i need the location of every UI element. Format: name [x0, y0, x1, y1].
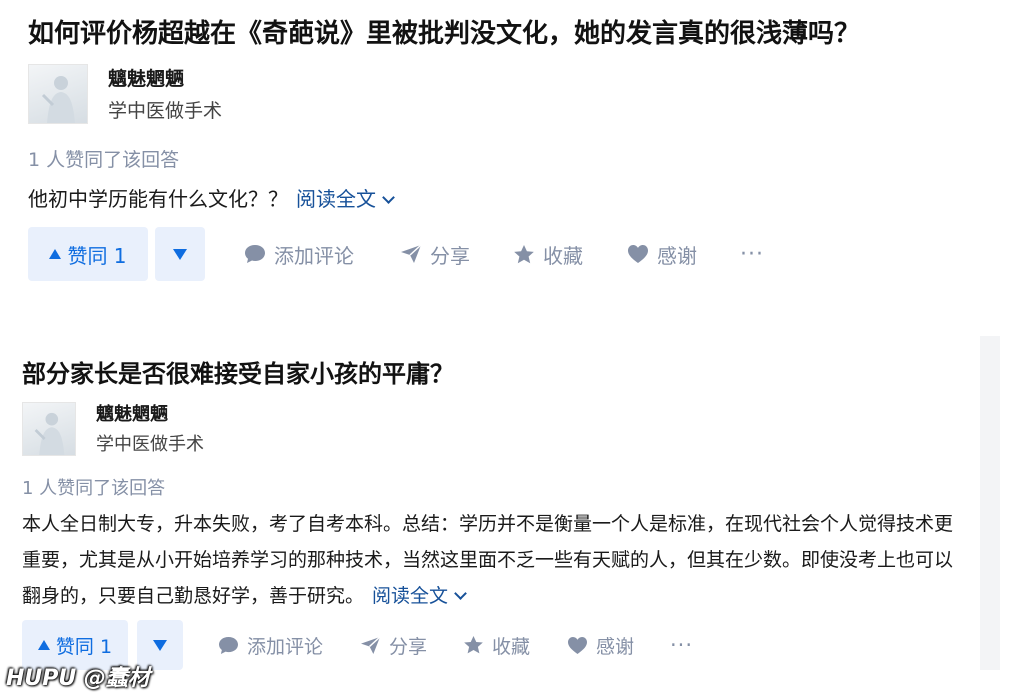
- heart-icon: [628, 245, 648, 263]
- comment-button[interactable]: 添加评论: [244, 227, 354, 281]
- answer-card-1: 如何评价杨超越在《奇葩说》里被批判没文化，她的发言真的很浅薄吗？ 魑魅魍魉 学中…: [0, 0, 1010, 300]
- chevron-down-icon: [382, 191, 395, 204]
- more-options-button[interactable]: ···: [740, 227, 764, 281]
- author-headline: 学中医做手术: [108, 100, 223, 122]
- more-options-button[interactable]: ···: [670, 620, 693, 670]
- question-title[interactable]: 部分家长是否很难接受自家小孩的平庸？: [22, 356, 454, 392]
- collect-button[interactable]: 收藏: [513, 227, 583, 281]
- read-more-label: 阅读全文: [296, 187, 376, 211]
- answer-excerpt: 他初中学历能有什么文化？？ 阅读全文: [28, 181, 395, 217]
- question-title[interactable]: 如何评价杨超越在《奇葩说》里被批判没文化，她的发言真的很浅薄吗？: [28, 14, 860, 54]
- answer-card-2: 部分家长是否很难接受自家小孩的平庸？ 魑魅魍魉 学中医做手术 1 人赞同了该回答…: [0, 340, 1010, 698]
- collect-button[interactable]: 收藏: [463, 620, 530, 670]
- vote-down-button[interactable]: [155, 227, 205, 281]
- share-icon: [401, 244, 422, 263]
- thanks-label: 感谢: [657, 243, 697, 268]
- heart-icon: [568, 636, 587, 654]
- collect-label: 收藏: [543, 243, 583, 268]
- comment-button[interactable]: 添加评论: [218, 620, 323, 670]
- star-icon: [514, 244, 534, 263]
- read-more-link[interactable]: 阅读全文: [296, 187, 395, 211]
- vote-up-button[interactable]: 赞同 1: [28, 227, 148, 281]
- share-button[interactable]: 分享: [360, 620, 427, 670]
- vote-count-text: 1 人赞同了该回答: [28, 149, 180, 171]
- vote-count-text: 1 人赞同了该回答: [22, 478, 166, 499]
- answer-body: 他初中学历能有什么文化？？: [28, 187, 288, 211]
- author-headline: 学中医做手术: [96, 434, 204, 455]
- author-name[interactable]: 魑魅魍魉: [108, 64, 184, 91]
- read-more-label: 阅读全文: [372, 585, 449, 607]
- comment-label: 添加评论: [274, 243, 354, 268]
- thanks-button[interactable]: 感谢: [627, 227, 697, 281]
- thanks-button[interactable]: 感谢: [567, 620, 634, 670]
- comment-icon: [245, 245, 265, 263]
- avatar[interactable]: [22, 402, 76, 456]
- triangle-down-icon: [153, 639, 167, 651]
- comment-icon: [219, 636, 238, 654]
- chevron-down-icon: [454, 587, 467, 600]
- triangle-down-icon: [173, 248, 187, 260]
- avatar-figure-icon: [41, 76, 75, 123]
- thanks-label: 感谢: [596, 635, 635, 658]
- vote-up-label: 赞同 1: [55, 635, 113, 658]
- vote-up-label: 赞同 1: [67, 243, 127, 268]
- watermark: HUPU @蠢材: [6, 666, 150, 691]
- author-name[interactable]: 魑魅魍魉: [96, 400, 168, 426]
- action-bar: 赞同 1 添加评论 分享 收藏 感谢 ···: [0, 227, 1010, 281]
- comment-label: 添加评论: [247, 635, 324, 658]
- share-label: 分享: [430, 243, 470, 268]
- triangle-up-icon: [37, 640, 50, 650]
- action-bar: 赞同 1 添加评论 分享 收藏 感谢 ···: [0, 620, 1010, 670]
- share-label: 分享: [389, 635, 428, 658]
- share-icon: [361, 635, 381, 654]
- avatar-figure-icon: [34, 412, 65, 455]
- avatar[interactable]: [28, 64, 88, 124]
- read-more-link[interactable]: 阅读全文: [372, 585, 467, 607]
- scrollbar-track[interactable]: [980, 336, 1000, 670]
- answer-body: 本人全日制大专，升本失败，考了自考本科。总结：学历并不是衡量一个人是标准，在现代…: [22, 513, 954, 607]
- collect-label: 收藏: [492, 635, 531, 658]
- share-button[interactable]: 分享: [400, 227, 470, 281]
- answer-excerpt: 本人全日制大专，升本失败，考了自考本科。总结：学历并不是衡量一个人是标准，在现代…: [22, 506, 962, 614]
- triangle-up-icon: [49, 249, 62, 259]
- star-icon: [464, 635, 483, 654]
